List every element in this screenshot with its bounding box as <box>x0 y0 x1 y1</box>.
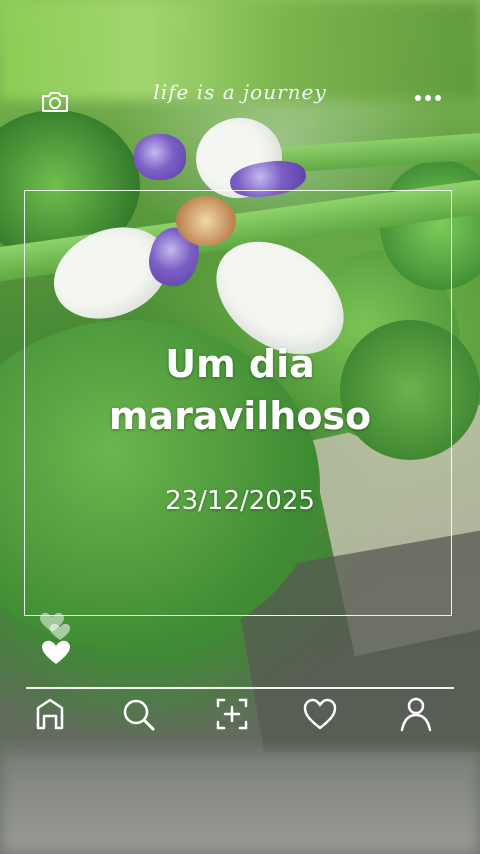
bottom-nav <box>0 694 480 740</box>
more-dots-icon[interactable] <box>414 92 442 104</box>
tagline: life is a journey <box>153 80 327 104</box>
blurred-background-bottom <box>0 752 480 854</box>
heart-filled-icon <box>42 640 70 664</box>
card-title: Um dia maravilhoso <box>108 342 372 438</box>
profile-icon[interactable] <box>396 694 436 734</box>
story-screen: life is a journey Um dia maravilhoso 23/… <box>0 0 480 854</box>
add-square-icon[interactable] <box>212 694 252 734</box>
home-icon[interactable] <box>30 694 70 734</box>
camera-icon[interactable] <box>40 90 70 114</box>
card-date: 23/12/2025 <box>165 486 315 516</box>
heart-outline-icon <box>40 612 70 640</box>
heart-icon[interactable] <box>300 694 340 734</box>
bottom-nav-divider <box>26 687 454 689</box>
heart-reactions[interactable] <box>38 610 78 670</box>
search-icon[interactable] <box>118 694 158 734</box>
